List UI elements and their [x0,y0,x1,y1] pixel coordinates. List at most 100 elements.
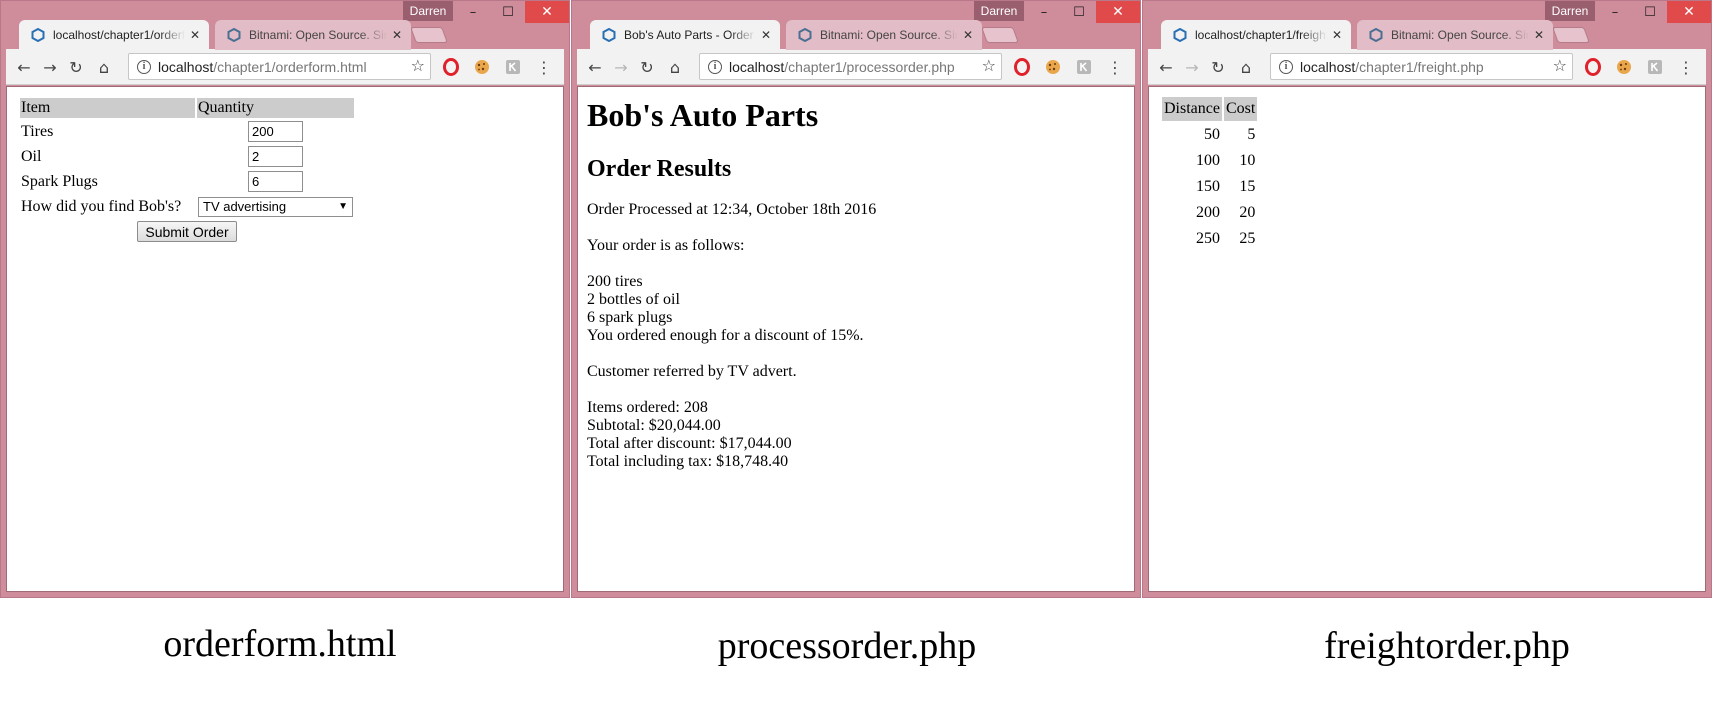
opera-icon[interactable] [441,57,461,77]
minimize-button[interactable]: – [1597,1,1633,23]
k-extension-icon[interactable] [1645,57,1665,77]
url-host: localhost [1300,58,1356,75]
url-host: localhost [729,58,785,75]
header-quantity: Quantity [197,98,354,118]
spark-plugs-quantity-input[interactable] [248,171,303,192]
back-arrow-icon[interactable]: ← [583,55,607,79]
cookie-icon[interactable] [1614,57,1634,77]
order-line: 2 bottles of oil [587,291,680,308]
address-bar[interactable]: i localhost/chapter1/freight.php ☆ [1270,53,1573,80]
tab-order-results[interactable]: Bob's Auto Parts - Order Results ✕ [590,20,780,50]
tab-freight[interactable]: localhost/chapter1/freight.php ✕ [1161,20,1351,50]
url-host: localhost [158,58,214,75]
cost-cell: 25 [1239,230,1256,247]
page-subheading: Order Results [587,156,732,182]
table-row: 50 5 [1162,123,1257,147]
order-intro: Your order is as follows: [587,237,745,254]
bookmark-star-icon[interactable]: ☆ [982,56,996,75]
forward-arrow-icon[interactable]: → [38,55,62,79]
close-tab-icon[interactable]: ✕ [756,28,776,42]
home-icon[interactable]: ⌂ [1234,55,1258,79]
address-bar[interactable]: i localhost/chapter1/orderform.html ☆ [128,53,431,80]
profile-button[interactable]: Darren [403,1,453,21]
new-tab-button[interactable] [410,27,448,43]
caption-processorder: processorder.php [717,625,977,667]
menu-icon[interactable]: ⋮ [534,57,554,77]
close-window-button[interactable]: ✕ [1667,1,1711,23]
total-line: Total including tax: $18,748.40 [587,453,789,470]
order-lines: 200 tires 2 bottles of oil 6 spark plugs… [587,273,876,345]
reload-icon[interactable]: ↻ [1206,55,1230,79]
distance-cell: 250 [1195,230,1220,247]
maximize-button[interactable]: ☐ [1633,1,1667,23]
bitnami-icon [227,28,241,42]
forward-arrow-icon[interactable]: → [1180,55,1204,79]
caption-freightorder: freightorder.php [1324,625,1570,667]
bookmark-star-icon[interactable]: ☆ [411,56,425,75]
info-icon[interactable]: i [137,59,151,74]
total-line: Items ordered: 208 [587,399,708,416]
cost-cell: 15 [1239,178,1256,195]
bookmark-star-icon[interactable]: ☆ [1553,56,1567,75]
back-arrow-icon[interactable]: ← [12,55,36,79]
forward-arrow-icon[interactable]: → [609,55,633,79]
tires-quantity-input[interactable] [248,121,303,142]
browser-window-freight: Darren – ☐ ✕ localhost/chapter1/freight.… [1142,0,1712,598]
new-tab-button[interactable] [981,27,1019,43]
tab-bitnami[interactable]: Bitnami: Open Source. Simplified ✕ [1357,20,1553,50]
home-icon[interactable]: ⌂ [92,55,116,79]
profile-button[interactable]: Darren [1545,1,1595,21]
table-row: 250 25 [1162,227,1257,251]
submit-order-button[interactable]: Submit Order [137,221,237,242]
page-content: Bob's Auto Parts Order Results Order Pro… [577,86,1135,592]
tab-title: Bob's Auto Parts - Order Results [624,28,756,42]
close-tab-icon[interactable]: ✕ [1529,28,1549,42]
bitnami-icon [1369,28,1383,42]
referral-line: Customer referred by TV advert. [587,363,797,380]
browser-toolbar: ← → ↻ ⌂ i localhost/chapter1/freight.php… [1148,49,1706,85]
order-results: Bob's Auto Parts Order Results Order Pro… [587,87,876,471]
opera-icon[interactable] [1012,57,1032,77]
bitnami-icon [31,28,45,42]
close-tab-icon[interactable]: ✕ [1327,28,1347,42]
profile-button[interactable]: Darren [974,1,1024,21]
reload-icon[interactable]: ↻ [64,55,88,79]
tab-bitnami[interactable]: Bitnami: Open Source. Simplified ✕ [215,20,411,50]
row-label: Spark Plugs [21,172,98,190]
close-window-button[interactable]: ✕ [525,1,569,23]
order-form-table: Item Quantity Tires Oil Spark Plugs How … [18,96,356,245]
url-path: /chapter1/processorder.php [784,58,955,75]
tab-bitnami[interactable]: Bitnami: Open Source. Simplified ✕ [786,20,982,50]
back-arrow-icon[interactable]: ← [1154,55,1178,79]
info-icon[interactable]: i [708,59,722,74]
cookie-icon[interactable] [1043,57,1063,77]
tab-orderform[interactable]: localhost/chapter1/orderform.html ✕ [19,20,209,50]
close-window-button[interactable]: ✕ [1096,1,1140,23]
k-extension-icon[interactable] [1074,57,1094,77]
oil-quantity-input[interactable] [248,146,303,167]
discount-line: You ordered enough for a discount of 15%… [587,327,864,344]
address-bar[interactable]: i localhost/chapter1/processorder.php ☆ [699,53,1002,80]
menu-icon[interactable]: ⋮ [1676,57,1696,77]
opera-icon[interactable] [1583,57,1603,77]
info-icon[interactable]: i [1279,59,1293,74]
home-icon[interactable]: ⌂ [663,55,687,79]
minimize-button[interactable]: – [1026,1,1062,23]
maximize-button[interactable]: ☐ [491,1,525,23]
k-extension-icon[interactable] [503,57,523,77]
minimize-button[interactable]: – [455,1,491,23]
tab-title: Bitnami: Open Source. Simplified [249,28,387,42]
table-row: 150 15 [1162,175,1257,199]
close-tab-icon[interactable]: ✕ [958,28,978,42]
new-tab-button[interactable] [1552,27,1590,43]
browser-window-orderform: Darren – ☐ ✕ localhost/chapter1/orderfor… [0,0,570,598]
close-tab-icon[interactable]: ✕ [185,28,205,42]
page-content: Item Quantity Tires Oil Spark Plugs How … [6,86,564,592]
reload-icon[interactable]: ↻ [635,55,659,79]
distance-cell: 50 [1203,126,1220,143]
find-source-select[interactable]: TV advertising ▼ [198,196,353,217]
maximize-button[interactable]: ☐ [1062,1,1096,23]
menu-icon[interactable]: ⋮ [1105,57,1125,77]
cookie-icon[interactable] [472,57,492,77]
close-tab-icon[interactable]: ✕ [387,28,407,42]
